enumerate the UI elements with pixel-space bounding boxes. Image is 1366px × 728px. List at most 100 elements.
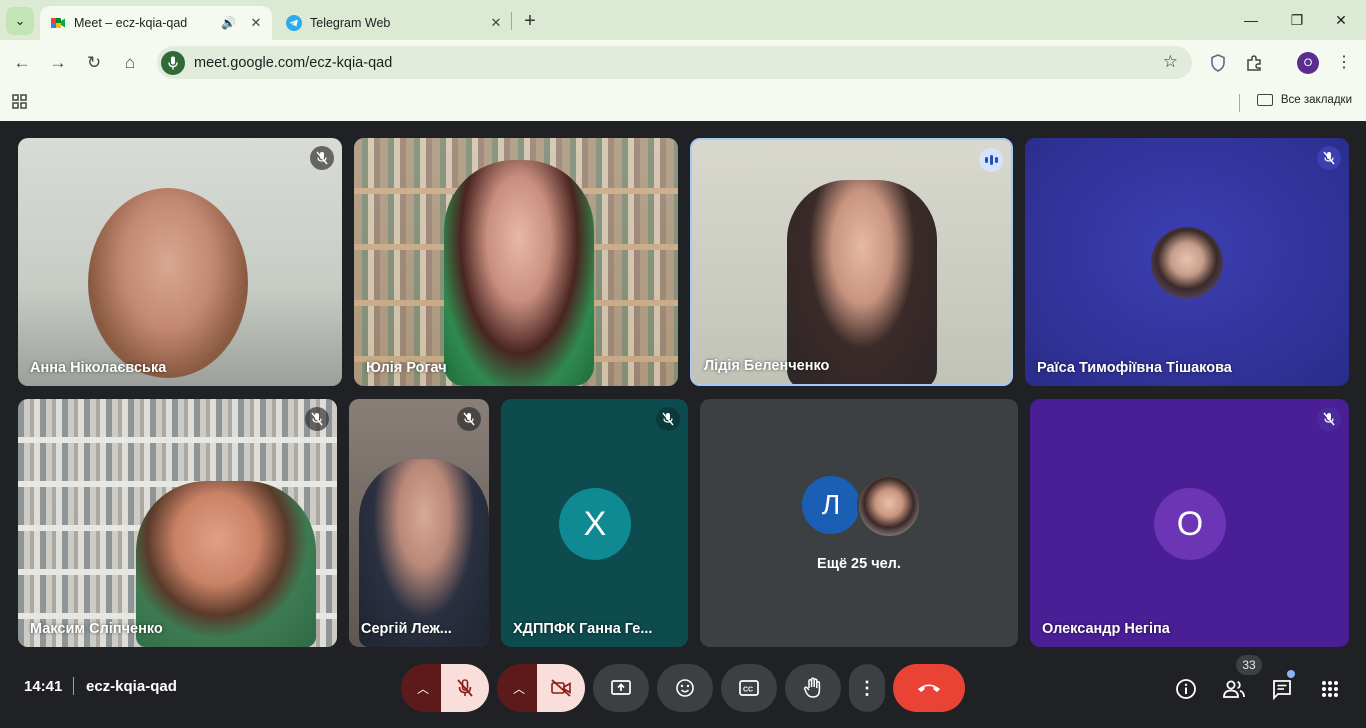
microphone-icon[interactable] [161, 50, 185, 75]
close-window-button[interactable]: ✕ [1326, 8, 1356, 32]
meeting-details-button[interactable] [1173, 676, 1199, 702]
participant-tile[interactable]: Х ХДППФК Ганна Ге... [501, 399, 688, 647]
chat-button[interactable] [1269, 676, 1295, 702]
profile-avatar[interactable]: O [1297, 52, 1319, 74]
reactions-button[interactable] [657, 664, 713, 712]
tab-search-button[interactable]: ⌄ [6, 7, 34, 35]
participant-tile[interactable]: Сергій Леж... [349, 399, 489, 647]
microphone-toggle-button[interactable] [441, 664, 489, 712]
tab-divider [511, 12, 512, 30]
reload-button[interactable]: ↻ [81, 50, 107, 76]
present-icon [611, 680, 631, 695]
tab-strip: ⌄ Meet – ecz-kqia-qad 🔊 ✕ Telegram Web ✕… [0, 0, 1366, 40]
mic-off-icon [305, 407, 329, 431]
mic-off-icon [457, 407, 481, 431]
tab-meet[interactable]: Meet – ecz-kqia-qad 🔊 ✕ [40, 6, 272, 40]
chevron-up-icon: ︿ [416, 681, 429, 696]
mic-off-icon [310, 146, 334, 170]
participant-name: Олександр Негіпа [1042, 621, 1170, 637]
bookmarks-divider [1239, 94, 1240, 112]
bookmarks-bar: Все закладки [0, 85, 1366, 121]
tab-title: Meet – ecz-kqia-qad [74, 16, 188, 30]
chevron-up-icon: ︿ [512, 681, 525, 696]
participant-video-figure [787, 180, 937, 384]
close-tab-icon[interactable]: ✕ [246, 13, 266, 33]
overflow-participants-tile[interactable]: Л Ещё 25 чел. [700, 399, 1018, 647]
avatar: Л [800, 474, 862, 536]
captions-icon: CC [739, 680, 759, 696]
video-options-button[interactable]: ︿ [497, 664, 541, 712]
url-text: meet.google.com/ecz-kqia-qad [194, 54, 393, 71]
audio-options-button[interactable]: ︿ [401, 664, 445, 712]
telegram-icon [286, 15, 302, 31]
call-end-icon [918, 684, 940, 692]
info-icon [1176, 679, 1196, 699]
participant-name: Сергій Леж... [361, 621, 452, 637]
divider [73, 677, 74, 695]
avatar: Х [559, 488, 631, 560]
raise-hand-button[interactable] [785, 664, 841, 712]
participant-video-figure [88, 188, 248, 378]
participant-name: Раїса Тимофіївна Тішакова [1037, 360, 1232, 376]
meeting-control-bar: 14:41 ecz-kqia-qad ︿ ︿ CC ⋮ 33 [0, 652, 1366, 728]
camera-off-icon [551, 679, 571, 697]
participant-tile[interactable]: Анна Ніколаєвська [18, 138, 342, 386]
participant-name: Лідія Беленченко [704, 358, 830, 374]
participant-video-figure [359, 459, 489, 647]
google-meet-icon [51, 18, 65, 28]
avatar [857, 474, 921, 538]
restore-button[interactable]: ❐ [1282, 8, 1312, 32]
back-button[interactable]: ← [9, 50, 35, 76]
folder-icon [1256, 94, 1273, 106]
mic-off-icon [1317, 407, 1341, 431]
present-screen-button[interactable] [593, 664, 649, 712]
forward-button[interactable]: → [45, 50, 71, 76]
mic-off-icon [457, 679, 473, 697]
mic-off-icon [1317, 146, 1341, 170]
captions-button[interactable]: CC [721, 664, 777, 712]
meeting-time: 14:41 [24, 678, 63, 695]
all-bookmarks-label: Все закладки [1280, 94, 1352, 106]
participant-tile-active-speaker[interactable]: Лідія Беленченко [690, 138, 1013, 386]
participant-name: Анна Ніколаєвська [30, 360, 167, 376]
people-icon [1223, 680, 1245, 698]
shield-icon[interactable] [1206, 51, 1230, 75]
leave-call-button[interactable] [893, 664, 965, 712]
browser-toolbar: ← → ↻ ⌂ meet.google.com/ecz-kqia-qad ☆ O… [0, 40, 1366, 85]
hand-icon [803, 677, 821, 698]
svg-text:CC: CC [743, 687, 753, 694]
participant-tile[interactable]: Максим Сліпченко [18, 399, 337, 647]
extensions-icon[interactable] [1242, 51, 1266, 75]
apps-grid-icon [1322, 681, 1338, 697]
camera-toggle-button[interactable] [537, 664, 585, 712]
browser-menu-icon[interactable]: ⋮ [1336, 52, 1352, 72]
minimize-button[interactable]: — [1236, 8, 1266, 32]
participant-name: ХДППФК Ганна Ге... [513, 621, 653, 637]
participant-name: Юлія Рогач [366, 360, 447, 376]
more-vert-icon: ⋮ [858, 677, 876, 698]
avatar: О [1154, 488, 1226, 560]
participant-video-figure [444, 160, 594, 386]
notification-dot [1287, 670, 1295, 678]
speaker-icon[interactable]: 🔊 [221, 16, 236, 30]
home-button[interactable]: ⌂ [117, 50, 143, 76]
all-bookmarks-button[interactable]: Все закладки [1256, 94, 1352, 106]
apps-grid-icon[interactable] [11, 93, 29, 111]
meeting-code: ecz-kqia-qad [86, 678, 177, 695]
participant-tile[interactable]: Раїса Тимофіївна Тішакова [1025, 138, 1349, 386]
participants-button[interactable] [1221, 676, 1247, 702]
avatar [1151, 227, 1223, 299]
address-bar[interactable]: meet.google.com/ecz-kqia-qad ☆ [157, 46, 1192, 79]
participant-name: Максим Сліпченко [30, 621, 163, 637]
participant-video-figure [136, 481, 316, 647]
close-tab-icon[interactable]: ✕ [486, 13, 506, 33]
more-options-button[interactable]: ⋮ [849, 664, 885, 712]
overflow-label: Ещё 25 чел. [817, 556, 901, 572]
activities-button[interactable] [1317, 676, 1343, 702]
bookmark-star-icon[interactable]: ☆ [1163, 52, 1178, 72]
participant-tile[interactable]: Юлія Рогач [354, 138, 678, 386]
tab-title: Telegram Web [310, 16, 391, 30]
new-tab-button[interactable]: + [519, 10, 541, 32]
participant-tile[interactable]: О Олександр Негіпа [1030, 399, 1349, 647]
tab-telegram[interactable]: Telegram Web ✕ [276, 6, 512, 40]
